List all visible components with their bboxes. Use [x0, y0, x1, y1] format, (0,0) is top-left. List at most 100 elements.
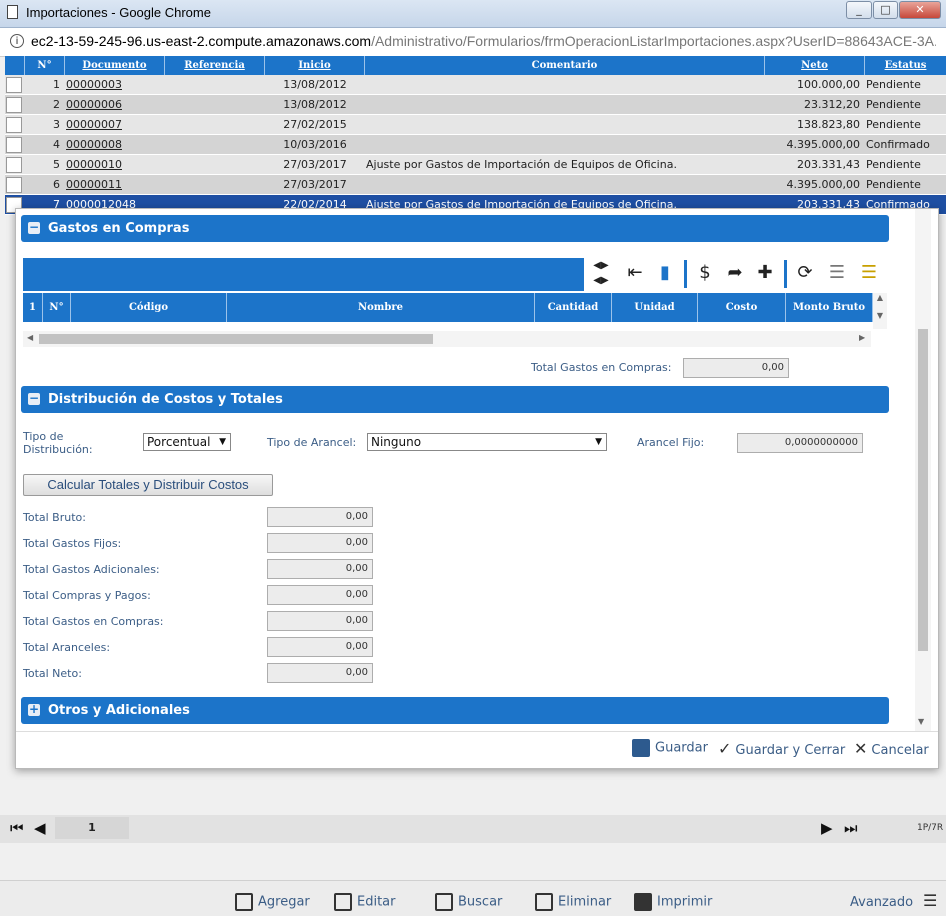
section-distribucion-header[interactable]: − Distribución de Costos y Totales	[21, 386, 889, 413]
scroll-right-icon[interactable]: ▶	[859, 333, 865, 342]
cell-doc[interactable]: 00000011	[66, 175, 164, 195]
cell-ref	[166, 175, 264, 195]
nav-arrows-icon[interactable]: ◀▶ ◀▶	[586, 258, 616, 288]
header-estatus[interactable]: Estatus	[865, 56, 946, 75]
section-otros-title: Otros y Adicionales	[48, 703, 190, 718]
row-checkbox[interactable]	[6, 77, 22, 93]
row-checkbox[interactable]	[6, 177, 22, 193]
cell-comentario	[366, 115, 764, 135]
database-export-icon[interactable]: ☰	[854, 258, 884, 288]
agregar-button[interactable]: Agregar	[235, 893, 310, 911]
collapse-icon[interactable]: −	[28, 221, 40, 234]
header-neto[interactable]: Neto	[765, 56, 865, 75]
table-row[interactable]: 6 00000011 27/03/2017 4.395.000,00 Pendiente	[5, 175, 946, 195]
cell-neto: 138.823,80	[797, 118, 860, 131]
header-inicio[interactable]: Inicio	[265, 56, 365, 75]
url-host: ec2-13-59-245-96.us-east-2.compute.amazo…	[31, 33, 372, 49]
close-window-button[interactable]: ✕	[899, 1, 941, 19]
row-checkbox[interactable]	[6, 117, 22, 133]
dollar-icon[interactable]: $	[690, 258, 720, 288]
tipo-distribucion-select[interactable]: Porcentual ▼	[143, 433, 231, 451]
scroll-left-icon[interactable]: ◀	[27, 333, 33, 342]
header-referencia[interactable]: Referencia	[165, 56, 265, 75]
header-documento[interactable]: Documento	[65, 56, 165, 75]
gastos-col-header: Nombre	[227, 293, 535, 322]
address-bar[interactable]: i ec2-13-59-245-96.us-east-2.compute.ama…	[0, 28, 946, 57]
plugin-icon[interactable]: ✚	[750, 258, 780, 288]
cell-doc[interactable]: 00000006	[66, 95, 164, 115]
imprimir-button[interactable]: Imprimir	[634, 893, 712, 911]
first-page-icon[interactable]: ⏮	[10, 819, 24, 837]
row-checkbox[interactable]	[6, 137, 22, 153]
table-row[interactable]: 5 00000010 27/03/2017 Ajuste por Gastos de …	[5, 155, 946, 175]
gastos-vscroll[interactable]: ▲ ▼	[873, 293, 887, 329]
next-page-icon[interactable]: ▶	[821, 819, 833, 837]
cell-ref	[166, 75, 264, 95]
total-value: 0,00	[267, 663, 373, 683]
eliminar-label: Eliminar	[558, 894, 612, 910]
url-text[interactable]: ec2-13-59-245-96.us-east-2.compute.amazo…	[31, 33, 936, 49]
cancelar-label: Cancelar	[871, 743, 929, 758]
info-icon[interactable]: i	[10, 34, 24, 48]
section-distribucion-title: Distribución de Costos y Totales	[48, 392, 283, 407]
guardar-label: Guardar	[655, 740, 708, 756]
cell-doc[interactable]: 00000007	[66, 115, 164, 135]
row-checkbox[interactable]	[6, 157, 22, 173]
cell-n: 2	[53, 98, 60, 111]
gastos-col-header: Monto Bruto	[786, 293, 873, 322]
header-comentario: Comentario	[365, 56, 765, 75]
document-icon	[7, 5, 18, 19]
editar-button[interactable]: Editar	[334, 893, 396, 911]
table-row[interactable]: 3 00000007 27/02/2015 138.823,80 Pendiente	[5, 115, 946, 135]
import-icon[interactable]: ⇤	[620, 258, 650, 288]
share-arrow-icon[interactable]: ➦	[720, 258, 750, 288]
guardar-cerrar-button[interactable]: ✓ Guardar y Cerrar	[718, 739, 845, 758]
cell-doc[interactable]: 00000003	[66, 75, 164, 95]
gastos-hscroll[interactable]: ◀ ▶	[23, 331, 871, 347]
cell-inicio: 10/03/2016	[283, 138, 347, 151]
table-row[interactable]: 1 00000003 13/08/2012 100.000,00 Pendiente	[5, 75, 946, 95]
gastos-col-header: Unidad	[612, 293, 698, 322]
gastos-toolbar: ◀▶ ◀▶ ⇤ ▮ $ ➦ ✚ ⟳ ☰ ☰	[586, 258, 887, 291]
modal-vscroll-thumb[interactable]	[918, 329, 928, 651]
database-icon[interactable]: ☰	[822, 258, 852, 288]
page-number[interactable]: 1	[55, 817, 129, 839]
cell-comentario	[366, 135, 764, 155]
collapse-icon[interactable]: −	[28, 392, 40, 405]
buscar-label: Buscar	[458, 894, 503, 910]
guardar-button[interactable]: Guardar	[632, 739, 708, 757]
tipo-arancel-value: Ninguno	[371, 435, 422, 449]
cell-n: 1	[53, 78, 60, 91]
total-label: Total Gastos Adicionales:	[23, 563, 160, 576]
modal-vscroll[interactable]: ▼	[915, 209, 931, 731]
row-checkbox[interactable]	[6, 97, 22, 113]
cell-comentario: Ajuste por Gastos de Importación de Equi…	[366, 158, 677, 171]
grid-header: N° Documento Referencia Inicio Comentari…	[5, 56, 946, 75]
copy-icon[interactable]: ▮	[650, 258, 680, 288]
maximize-button[interactable]: □	[873, 1, 898, 19]
section-otros-header[interactable]: + Otros y Adicionales	[21, 697, 889, 724]
refresh-icon[interactable]: ⟳	[790, 258, 820, 288]
scroll-down-icon[interactable]: ▼	[918, 717, 924, 726]
cell-doc[interactable]: 00000010	[66, 155, 164, 175]
table-row[interactable]: 4 00000008 10/03/2016 4.395.000,00 Confirmad…	[5, 135, 946, 155]
cell-neto: 4.395.000,00	[786, 138, 860, 151]
cancelar-button[interactable]: ✕ Cancelar	[854, 739, 929, 758]
eliminar-button[interactable]: Eliminar	[535, 893, 611, 911]
section-gastos-header[interactable]: − Gastos en Compras	[21, 215, 889, 242]
expand-icon[interactable]: +	[28, 703, 40, 716]
tipo-distribucion-label: Tipo de Distribución:	[23, 430, 93, 456]
search-icon	[435, 893, 453, 911]
prev-page-icon[interactable]: ◀	[34, 819, 46, 837]
calcular-totales-button[interactable]: Calcular Totales y Distribuir Costos	[23, 474, 273, 496]
minimize-button[interactable]: _	[846, 1, 872, 19]
avanzado-button[interactable]: Avanzado ☰	[850, 891, 937, 910]
print-icon	[634, 893, 652, 911]
cell-doc[interactable]: 00000008	[66, 135, 164, 155]
hscroll-thumb[interactable]	[39, 334, 433, 344]
gastos-col-header: Cantidad	[535, 293, 612, 322]
table-row[interactable]: 2 00000006 13/08/2012 23.312,20 Pendiente	[5, 95, 946, 115]
buscar-button[interactable]: Buscar	[435, 893, 502, 911]
tipo-arancel-select[interactable]: Ninguno ▼	[367, 433, 607, 451]
last-page-icon[interactable]: ⏭	[844, 819, 858, 837]
